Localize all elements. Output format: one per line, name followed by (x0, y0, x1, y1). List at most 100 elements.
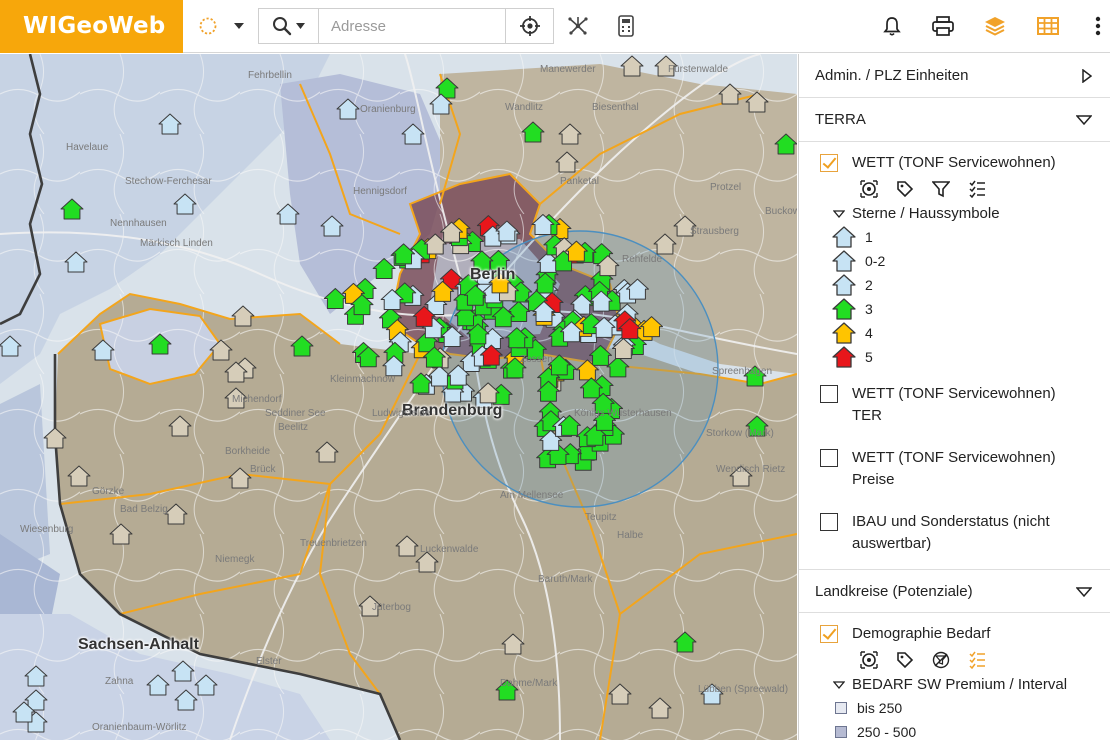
map-place-label: Teupitz (585, 512, 617, 523)
address-input[interactable] (320, 9, 506, 43)
chevron-down-icon (1076, 570, 1092, 614)
legend-label: bis 250 (857, 700, 903, 716)
map-place-label: Treuenbrietzen (300, 538, 367, 549)
map-place-label: Lübben (Spreewald) (698, 684, 789, 695)
map-place-label: Spreenhagen (712, 366, 773, 377)
house-symbol-icon (832, 322, 856, 344)
filter-icon[interactable] (929, 177, 953, 201)
chevron-down-icon (296, 23, 305, 29)
bell-icon[interactable] (880, 8, 904, 44)
map-place-label: Königs Wusterhausen (574, 408, 672, 419)
section-terra-title: TERRA (815, 111, 866, 128)
sterne-legend-item: 3 (799, 297, 1110, 321)
more-icon[interactable] (1088, 8, 1108, 44)
sterne-legend: 1 0-2 2 3 4 5 (799, 225, 1110, 369)
map-place-label: Luckenwalde (420, 544, 479, 555)
terra-content: WETT (TONF Servicewohnen) Sterne / Hauss… (799, 142, 1110, 559)
tag-icon[interactable] (893, 177, 917, 201)
map-place-label: Storkow (Mark) (706, 428, 774, 439)
map-place-label: Niemegk (215, 554, 255, 565)
house-symbol-icon (832, 250, 856, 272)
section-admin-plz[interactable]: Admin. / PLZ Einheiten (799, 54, 1110, 98)
map-place-label: Havelaue (66, 142, 109, 153)
calculator-icon[interactable] (614, 8, 638, 44)
map-place-label: Wiesenburg (20, 524, 74, 535)
dropdown-arrow-icon[interactable] (230, 8, 248, 44)
search-type-dropdown[interactable] (259, 9, 319, 43)
sterne-legend-header[interactable]: Sterne / Haussymbole (799, 202, 1110, 225)
map-place-label: Michendorf (232, 394, 282, 405)
map-place-label: Strausberg (690, 226, 739, 237)
legend-list-icon[interactable] (965, 648, 989, 672)
map-place-label: Halbe (617, 530, 644, 541)
zoom-extent-icon[interactable] (857, 648, 881, 672)
map-place-label: Rehfelde (622, 254, 663, 265)
section-landkreise[interactable]: Landkreise (Potenziale) (799, 569, 1110, 613)
locate-button[interactable] (505, 9, 553, 43)
section-terra[interactable]: TERRA (799, 98, 1110, 142)
map-place-label: Kleinmachnow (330, 374, 396, 385)
sterne-legend-item: 4 (799, 321, 1110, 345)
legend-list-icon[interactable] (965, 177, 989, 201)
map-place-label: Am Mellensee (500, 490, 564, 501)
layer-wett-ter-label: WETT (TONF Servicewohnen) TER (852, 385, 1056, 424)
map-place-label: Panketal (560, 176, 599, 187)
app-logo: WIGeoWeb (0, 0, 183, 53)
map-place-label: Nennhausen (110, 218, 167, 229)
sterne-legend-item: 1 (799, 225, 1110, 249)
map-place-label: Brück (250, 464, 276, 475)
bedarf-legend-item: 250 - 500 (799, 720, 1110, 740)
layer-wett-preise[interactable]: WETT (TONF Servicewohnen) Preise (799, 447, 1110, 495)
map-place-label: Dahme/Mark (500, 678, 558, 689)
layer-wett-preise-checkbox[interactable] (820, 449, 838, 467)
map-place-label: Oranienburg (360, 104, 416, 115)
map-place-label: Wendisch Rietz (716, 464, 786, 475)
map-view[interactable]: Berlin Brandenburg Sachsen-Anhalt Fehrbe… (0, 54, 797, 740)
tag-icon[interactable] (893, 648, 917, 672)
map-place-label: Fehrbellin (248, 70, 292, 81)
layer-wett[interactable]: WETT (TONF Servicewohnen) (799, 152, 1110, 176)
selection-circle-icon[interactable] (196, 8, 220, 44)
layer-ibau-checkbox[interactable] (820, 513, 838, 531)
layer-wett-ter-checkbox[interactable] (820, 385, 838, 403)
map-place-label: Seddiner See (265, 408, 326, 419)
map-place-label: Fürstenwalde (668, 64, 729, 75)
map-place-label: Jüterbog (372, 602, 411, 613)
sterne-legend-item: 5 (799, 345, 1110, 369)
map-place-label: Bad Belzig (120, 504, 168, 515)
bedarf-legend: bis 250 250 - 500 (799, 696, 1110, 740)
legend-label: 1 (865, 229, 873, 245)
table-icon[interactable] (1035, 8, 1061, 44)
zoom-extent-icon[interactable] (857, 177, 881, 201)
chevron-right-icon (1082, 54, 1092, 98)
print-icon[interactable] (930, 8, 956, 44)
layer-wett-ter[interactable]: WETT (TONF Servicewohnen) TER (799, 383, 1110, 431)
landkreise-content: Demographie Bedarf BEDARF SW Premium / I… (799, 613, 1110, 740)
map-place-label: Stechow-Ferchesar (125, 176, 212, 187)
layer-ibau[interactable]: IBAU und Sonderstatus (nicht auswertbar) (799, 511, 1110, 559)
map-place-label: Hennigsdorf (353, 186, 407, 197)
map-place-label: Buckow (765, 206, 797, 217)
layer-demographie-tools (799, 647, 1110, 673)
house-symbol-icon (832, 274, 856, 296)
bedarf-legend-header[interactable]: BEDARF SW Premium / Interval (799, 673, 1110, 696)
layers-icon[interactable] (982, 8, 1008, 44)
chevron-down-icon (1076, 98, 1092, 142)
map-place-label: Manewerder (540, 64, 596, 75)
house-symbol-icon (832, 298, 856, 320)
network-icon[interactable] (566, 8, 590, 44)
search-icon (273, 17, 292, 36)
toolbar: WIGeoWeb (0, 0, 1110, 53)
map-place-label: Märkisch Linden (140, 238, 213, 249)
layer-wett-label: WETT (TONF Servicewohnen) (852, 154, 1056, 171)
bedarf-legend-item: bis 250 (799, 696, 1110, 720)
layer-demographie[interactable]: Demographie Bedarf (799, 623, 1110, 647)
layer-wett-checkbox[interactable] (820, 154, 838, 172)
legend-label: 250 - 500 (857, 724, 917, 740)
filter-off-icon[interactable] (929, 648, 953, 672)
legend-label: 4 (865, 325, 873, 341)
sterne-legend-item: 0-2 (799, 249, 1110, 273)
sterne-legend-title: Sterne / Haussymbole (852, 205, 1000, 222)
house-symbol-icon (832, 226, 856, 248)
layer-demographie-checkbox[interactable] (820, 625, 838, 643)
